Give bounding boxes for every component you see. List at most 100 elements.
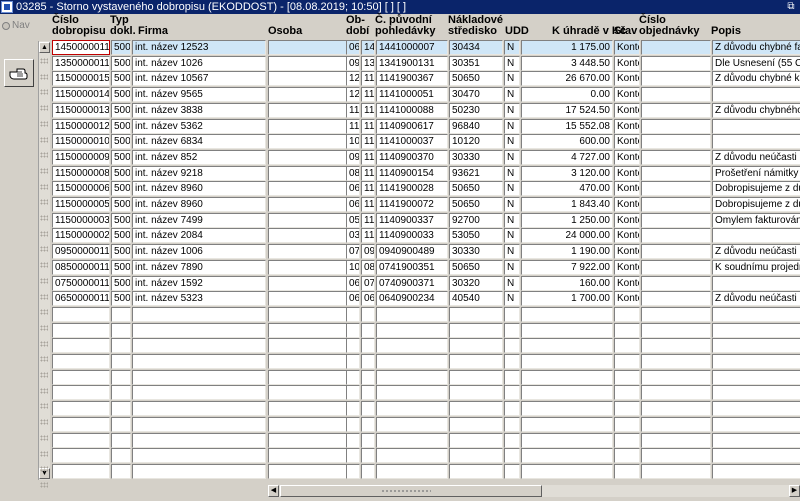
empty-cell[interactable] [52,417,110,432]
empty-row[interactable] [52,307,800,322]
empty-cell[interactable] [268,417,348,432]
cell-puvodni[interactable]: 0741900351 [376,260,448,275]
cell-osoba[interactable] [268,56,348,71]
cell-puvodni[interactable]: 1140900033 [376,228,448,243]
cell-typ[interactable]: 500 [111,134,131,149]
cell-firma[interactable]: int. název 8960 [132,197,266,212]
empty-cell[interactable] [521,433,613,448]
cell-objednavka[interactable] [641,228,711,243]
cell-naklad[interactable]: 30351 [449,56,503,71]
cell-ob1[interactable]: 11 [346,119,360,134]
empty-cell[interactable] [268,464,348,479]
table-row[interactable]: 0850000011 500 int. název 7890 10 08 07419003… [52,260,800,275]
empty-cell[interactable] [521,323,613,338]
empty-cell[interactable] [361,448,375,463]
table-row[interactable]: 1150000003 500 int. název 7499 05 11 11409003… [52,213,800,228]
empty-cell[interactable] [449,464,503,479]
cell-naklad[interactable]: 93621 [449,166,503,181]
cell-firma[interactable]: int. název 2084 [132,228,266,243]
empty-cell[interactable] [132,338,266,353]
cell-osoba[interactable] [268,197,348,212]
cell-ob2[interactable]: 11 [361,119,375,134]
cell-osoba[interactable] [268,150,348,165]
cell-ob2[interactable]: 09 [361,244,375,259]
cell-naklad[interactable]: 96840 [449,119,503,134]
empty-cell[interactable] [641,433,711,448]
empty-cell[interactable] [111,417,131,432]
empty-cell[interactable] [712,385,800,400]
empty-cell[interactable] [52,401,110,416]
empty-cell[interactable] [376,401,448,416]
restore-icon[interactable]: ⧉ [784,1,798,13]
scroll-left-button[interactable]: ◀ [268,485,279,497]
cell-popis[interactable]: Z důvodu neúčasti Ph [712,244,800,259]
empty-cell[interactable] [376,417,448,432]
empty-row[interactable] [52,338,800,353]
table-row[interactable]: 1150000013 500 int. název 3838 11 11 11410000… [52,103,800,118]
cell-stav[interactable]: Kontov [614,119,640,134]
cell-k-uhrade[interactable]: 3 120.00 [521,166,613,181]
cell-typ[interactable]: 500 [111,119,131,134]
cell-k-uhrade[interactable]: 160.00 [521,276,613,291]
cell-k-uhrade[interactable]: 3 448.50 [521,56,613,71]
empty-cell[interactable] [361,433,375,448]
cell-cislo[interactable]: 1150000005 [52,197,110,212]
cell-firma[interactable]: int. název 12523 [132,40,266,55]
cell-popis[interactable]: Z důvodu neúčasti na [712,291,800,306]
horizontal-scroll-thumb[interactable] [280,485,542,497]
cell-typ[interactable]: 500 [111,87,131,102]
empty-cell[interactable] [449,401,503,416]
cell-ob1[interactable]: 03 [346,228,360,243]
empty-cell[interactable] [504,323,520,338]
horizontal-scrollbar[interactable]: ◀ ▶ [268,485,800,497]
empty-cell[interactable] [346,354,360,369]
empty-cell[interactable] [521,385,613,400]
empty-cell[interactable] [614,338,640,353]
cell-firma[interactable]: int. název 1026 [132,56,266,71]
cell-firma[interactable]: int. název 10567 [132,71,266,86]
cell-objednavka[interactable] [641,276,711,291]
cell-stav[interactable]: Kontov [614,103,640,118]
cell-ob1[interactable]: 06 [346,197,360,212]
empty-cell[interactable] [614,307,640,322]
cell-naklad[interactable]: 30320 [449,276,503,291]
cell-objednavka[interactable] [641,56,711,71]
cell-udd[interactable]: N [504,291,520,306]
cell-cislo[interactable]: 1150000009 [52,150,110,165]
cell-k-uhrade[interactable]: 24 000.00 [521,228,613,243]
cell-ob2[interactable]: 11 [361,181,375,196]
cell-naklad[interactable]: 30330 [449,244,503,259]
cell-popis[interactable] [712,276,800,291]
empty-cell[interactable] [111,433,131,448]
cell-objednavka[interactable] [641,134,711,149]
empty-row[interactable] [52,433,800,448]
empty-cell[interactable] [111,370,131,385]
cell-ob1[interactable]: 11 [346,103,360,118]
empty-cell[interactable] [361,417,375,432]
table-row[interactable]: 1150000014 500 int. název 9565 12 11 11410000… [52,87,800,102]
cell-puvodni[interactable]: 1141000088 [376,103,448,118]
cell-stav[interactable]: Kontov [614,40,640,55]
empty-cell[interactable] [614,464,640,479]
cell-naklad[interactable]: 30434 [449,40,503,55]
cell-popis[interactable]: Omylem fakturováno. [712,213,800,228]
empty-cell[interactable] [376,433,448,448]
table-row[interactable]: 0650000011 500 int. název 5323 06 06 06409002… [52,291,800,306]
cell-puvodni[interactable]: 0640900234 [376,291,448,306]
empty-cell[interactable] [361,401,375,416]
empty-cell[interactable] [641,307,711,322]
cell-popis[interactable] [712,87,800,102]
empty-cell[interactable] [376,338,448,353]
cell-k-uhrade[interactable]: 1 250.00 [521,213,613,228]
cell-firma[interactable]: int. název 5362 [132,119,266,134]
cell-udd[interactable]: N [504,87,520,102]
cell-typ[interactable]: 500 [111,260,131,275]
empty-cell[interactable] [132,323,266,338]
cell-popis[interactable]: Z důvodu chybné faktu [712,40,800,55]
table-row[interactable]: 0750000011 500 int. název 1592 06 07 07409003… [52,276,800,291]
cell-puvodni[interactable]: 1141900367 [376,71,448,86]
empty-cell[interactable] [504,385,520,400]
cell-naklad[interactable]: 50230 [449,103,503,118]
cell-popis[interactable]: Z důvodu chybné kalk [712,71,800,86]
cell-osoba[interactable] [268,213,348,228]
